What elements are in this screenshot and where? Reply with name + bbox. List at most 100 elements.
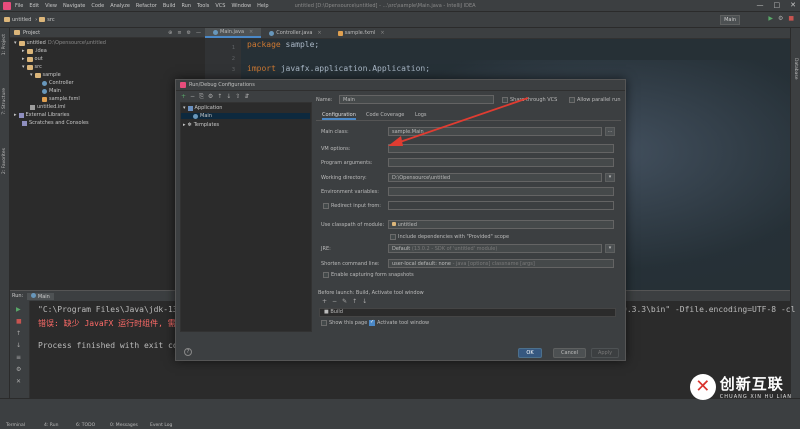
- working-directory-field[interactable]: D:\Opensource\untitled: [388, 173, 602, 182]
- stop-icon[interactable]: ■: [788, 15, 794, 22]
- tree-item-sample-fxml[interactable]: sample.fxml: [42, 96, 80, 102]
- tree-item-templates[interactable]: ▸ ✽ Templates: [183, 122, 219, 128]
- edit-task-icon[interactable]: ✎: [342, 298, 347, 305]
- settings-icon[interactable]: ⚙: [16, 366, 21, 373]
- capture-snapshots-checkbox[interactable]: [323, 272, 329, 278]
- build-task-item[interactable]: ■ Build: [324, 309, 343, 315]
- close-icon[interactable]: ✕: [16, 378, 21, 385]
- todo-tool-tab[interactable]: 6: TODO: [76, 423, 95, 428]
- move-up-icon[interactable]: ↑: [217, 93, 222, 100]
- tree-item-scratches[interactable]: Scratches and Consoles: [22, 120, 89, 126]
- tree-item-idea[interactable]: ▸ .idea: [22, 48, 47, 54]
- sort-icon[interactable]: ⇵: [244, 93, 249, 100]
- tree-item-out[interactable]: ▸ out: [22, 56, 43, 62]
- activate-tool-window-checkbox[interactable]: [369, 319, 375, 326]
- classpath-module-select[interactable]: untitled: [388, 220, 614, 229]
- move-down-icon[interactable]: ↓: [226, 93, 231, 100]
- menu-code[interactable]: Code: [91, 3, 104, 9]
- menu-build[interactable]: Build: [163, 3, 176, 9]
- program-arguments-field[interactable]: [388, 158, 614, 167]
- menu-analyze[interactable]: Analyze: [110, 3, 130, 9]
- menu-refactor[interactable]: Refactor: [136, 3, 157, 9]
- move-task-up-icon[interactable]: ↑: [352, 298, 357, 305]
- breadcrumb-src[interactable]: › src: [35, 17, 54, 23]
- menu-help[interactable]: Help: [257, 3, 268, 9]
- stop-icon[interactable]: ■: [16, 318, 22, 325]
- structure-tool-tab[interactable]: 7: Structure: [2, 88, 7, 115]
- allow-parallel-checkbox[interactable]: [569, 97, 575, 103]
- tree-item-src[interactable]: ▾ src: [22, 64, 42, 70]
- tree-item-main[interactable]: Main: [42, 88, 61, 94]
- copy-icon[interactable]: ⎘: [199, 93, 204, 101]
- menu-navigate[interactable]: Navigate: [63, 3, 85, 9]
- run-icon[interactable]: ▶: [768, 15, 773, 22]
- tree-item-application[interactable]: ▾ Application: [183, 105, 222, 111]
- close-tab-icon[interactable]: ×: [249, 29, 253, 35]
- tree-item-untitled[interactable]: ▾ untitled D:\Opensource\untitled: [14, 40, 106, 46]
- environment-variables-field[interactable]: [388, 187, 614, 196]
- minimize-icon[interactable]: —: [757, 1, 764, 9]
- favorites-tool-tab[interactable]: 2: Favorites: [2, 148, 7, 174]
- run-tab-main[interactable]: Main: [27, 292, 54, 300]
- show-page-checkbox[interactable]: [321, 320, 327, 326]
- run-configuration-selector[interactable]: Main: [720, 15, 740, 25]
- tab-configuration[interactable]: Configuration: [322, 112, 356, 120]
- jre-dropdown[interactable]: ▾: [605, 244, 615, 253]
- tree-item-controller[interactable]: Controller: [42, 80, 74, 86]
- folder-up-icon[interactable]: ⇧: [235, 93, 240, 100]
- scroll-up-icon[interactable]: ↑: [16, 330, 21, 337]
- close-tab-icon[interactable]: ×: [317, 30, 321, 36]
- scroll-down-icon[interactable]: ↓: [16, 342, 21, 349]
- menu-window[interactable]: Window: [231, 3, 251, 9]
- tab-sample-fxml[interactable]: sample.fxml ×: [330, 28, 393, 38]
- project-tool-tab[interactable]: 1: Project: [2, 34, 7, 55]
- menu-edit[interactable]: Edit: [29, 3, 39, 9]
- tab-main-java[interactable]: Main.java ×: [205, 28, 262, 38]
- before-launch-label[interactable]: Before launch: Build, Activate tool wind…: [318, 290, 424, 296]
- messages-tool-tab[interactable]: 0: Messages: [110, 423, 138, 428]
- gear-icon[interactable]: ⚙: [187, 30, 191, 36]
- redirect-input-checkbox[interactable]: [323, 203, 329, 209]
- maximize-icon[interactable]: □: [774, 1, 781, 9]
- rerun-icon[interactable]: ▶: [16, 306, 21, 313]
- help-icon[interactable]: ?: [184, 348, 192, 356]
- breadcrumb-project[interactable]: untitled: [4, 17, 31, 23]
- menu-view[interactable]: View: [45, 3, 57, 9]
- shorten-command-line-select[interactable]: user-local default: none - java [options…: [388, 259, 614, 268]
- settings-icon[interactable]: ⚙: [778, 15, 783, 22]
- event-log-tool-tab[interactable]: Event Log: [150, 423, 172, 428]
- wrench-icon[interactable]: ⚙: [208, 93, 213, 100]
- add-task-icon[interactable]: +: [322, 298, 327, 305]
- locate-icon[interactable]: ⊕: [168, 30, 172, 36]
- menu-tools[interactable]: Tools: [197, 3, 209, 9]
- close-tab-icon[interactable]: ×: [380, 30, 384, 36]
- menu-vcs[interactable]: VCS: [215, 3, 225, 9]
- remove-icon[interactable]: −: [190, 93, 195, 100]
- apply-button[interactable]: Apply: [591, 348, 619, 358]
- cancel-button[interactable]: Cancel: [553, 348, 586, 358]
- tree-item-main-config[interactable]: Main: [181, 113, 310, 119]
- working-directory-dropdown[interactable]: ▾: [605, 173, 615, 182]
- tree-item-sample[interactable]: ▾ sample: [30, 72, 61, 78]
- close-icon[interactable]: ✕: [790, 1, 796, 9]
- redirect-input-field[interactable]: [388, 201, 614, 210]
- tree-item-external-libraries[interactable]: ▸ External Libraries: [14, 112, 69, 118]
- jre-select[interactable]: Default (13.0.2 - SDK of 'untitled' modu…: [388, 244, 602, 253]
- remove-task-icon[interactable]: −: [332, 298, 337, 305]
- menu-file[interactable]: File: [15, 3, 23, 9]
- browse-main-class-button[interactable]: …: [605, 127, 615, 136]
- hide-icon[interactable]: —: [196, 30, 201, 36]
- menu-run[interactable]: Run: [181, 3, 191, 9]
- tab-controller-java[interactable]: Controller.java ×: [261, 28, 329, 38]
- collapse-icon[interactable]: ≡: [177, 30, 181, 36]
- tree-item-untitled-iml[interactable]: untitled.iml: [30, 104, 66, 110]
- move-task-down-icon[interactable]: ↓: [362, 298, 367, 305]
- soft-wrap-icon[interactable]: ≡: [16, 354, 21, 361]
- run-tool-tab[interactable]: 4: Run: [44, 423, 58, 428]
- add-icon[interactable]: +: [181, 93, 186, 100]
- ok-button[interactable]: OK: [518, 348, 542, 358]
- terminal-tool-tab[interactable]: Terminal: [6, 423, 25, 428]
- database-tool-tab[interactable]: Database: [793, 58, 798, 79]
- project-panel-title[interactable]: Project: [23, 30, 40, 36]
- include-provided-checkbox[interactable]: [390, 234, 396, 240]
